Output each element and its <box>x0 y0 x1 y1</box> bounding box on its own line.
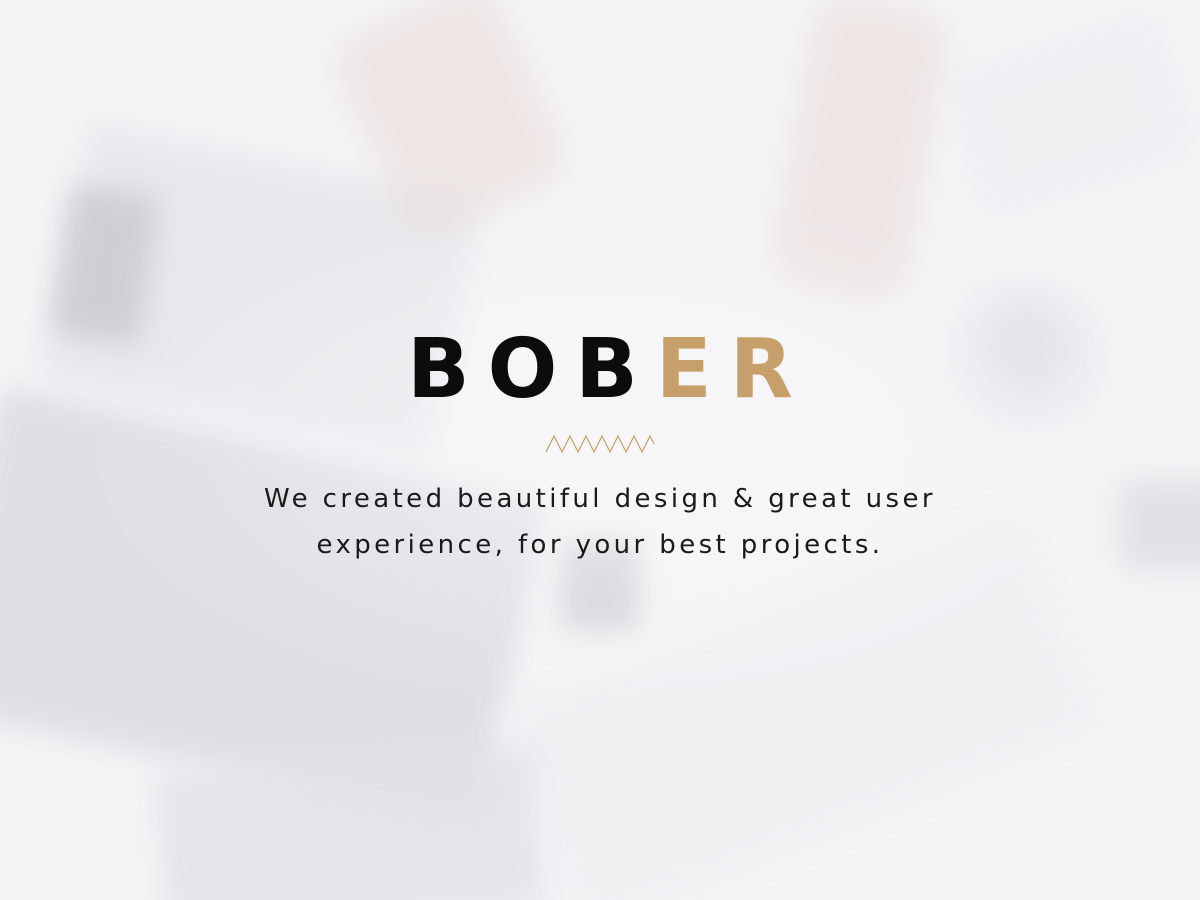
brand-logo-accent-part: ER <box>655 322 811 417</box>
tagline-line-2: experience, for your best projects. <box>316 530 884 560</box>
tagline: We created beautiful design & great user… <box>190 476 1010 568</box>
hero-section: BOBER We created beautiful design & grea… <box>0 320 1200 568</box>
zigzag-icon <box>545 434 655 454</box>
brand-logo-dark-part: BOB <box>407 322 656 417</box>
tagline-line-1: We created beautiful design & great user <box>264 484 936 514</box>
brand-logo: BOBER <box>0 320 1200 420</box>
